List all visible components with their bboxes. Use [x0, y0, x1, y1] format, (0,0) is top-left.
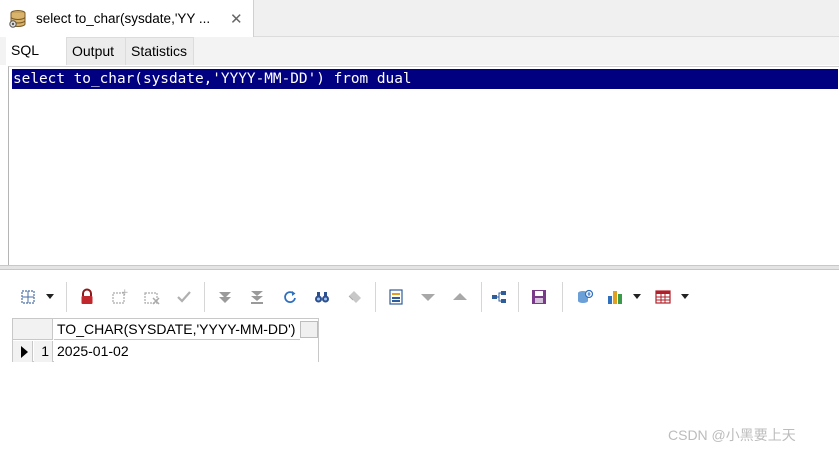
delete-record-icon[interactable]	[142, 287, 162, 307]
document-tab-title: select to_char(sysdate,'YY ...	[36, 11, 211, 26]
result-grid: TO_CHAR(SYSDATE,'YYYY-MM-DD') 1 2025-01-…	[12, 318, 319, 362]
lock-icon[interactable]	[77, 287, 97, 307]
toolbar-separator	[562, 282, 563, 312]
tab-sql[interactable]: SQL	[6, 37, 66, 65]
grid-corner	[13, 319, 53, 340]
save-icon[interactable]	[529, 287, 549, 307]
insert-record-icon[interactable]: +	[109, 287, 129, 307]
query-by-example-icon[interactable]	[489, 287, 509, 307]
table-cell[interactable]: 2025-01-02	[54, 341, 318, 362]
toolbar-separator	[66, 282, 67, 312]
toolbar-separator	[204, 282, 205, 312]
next-record-icon[interactable]	[450, 287, 470, 307]
post-changes-icon[interactable]	[174, 287, 194, 307]
single-record-view-icon[interactable]	[386, 287, 406, 307]
document-tab-bar: select to_char(sysdate,'YY ... ✕	[0, 0, 839, 37]
fetch-last-icon[interactable]	[247, 287, 267, 307]
chart-icon[interactable]	[605, 287, 625, 307]
sql-editor[interactable]: select to_char(sysdate,'YYYY-MM-DD') fro…	[8, 66, 839, 265]
current-row-arrow-icon	[21, 346, 28, 358]
find-icon[interactable]	[312, 287, 332, 307]
table-view-icon[interactable]	[653, 287, 673, 307]
svg-text:+: +	[121, 288, 128, 298]
fetch-next-icon[interactable]	[215, 287, 235, 307]
toolbar-separator	[518, 282, 519, 312]
sql-line-selected[interactable]: select to_char(sysdate,'YYYY-MM-DD') fro…	[12, 69, 838, 89]
clear-icon[interactable]	[345, 287, 365, 307]
result-grid-toolbar: +	[0, 270, 839, 320]
toolbar-separator	[375, 282, 376, 312]
document-tab[interactable]: select to_char(sysdate,'YY ... ✕	[0, 0, 254, 37]
editor-subtabs: SQL Output Statistics	[0, 37, 839, 65]
close-tab-icon[interactable]: ✕	[230, 10, 243, 28]
tab-output[interactable]: Output	[66, 37, 126, 65]
grid-options-dropdown-icon[interactable]	[46, 294, 54, 299]
export-icon[interactable]	[575, 287, 595, 307]
table-view-dropdown-icon[interactable]	[681, 294, 689, 299]
refresh-icon[interactable]	[280, 287, 300, 307]
toolbar-separator	[481, 282, 482, 312]
watermark: CSDN @小黑要上天	[668, 427, 796, 443]
previous-record-icon[interactable]	[418, 287, 438, 307]
chart-dropdown-icon[interactable]	[633, 294, 641, 299]
tab-statistics[interactable]: Statistics	[126, 37, 194, 65]
database-query-icon	[8, 9, 28, 29]
row-number: 1	[34, 341, 53, 362]
column-header-button[interactable]	[300, 321, 318, 338]
grid-options-icon[interactable]	[18, 287, 38, 307]
current-row-indicator	[13, 341, 33, 362]
column-header[interactable]: TO_CHAR(SYSDATE,'YYYY-MM-DD')	[54, 319, 300, 340]
